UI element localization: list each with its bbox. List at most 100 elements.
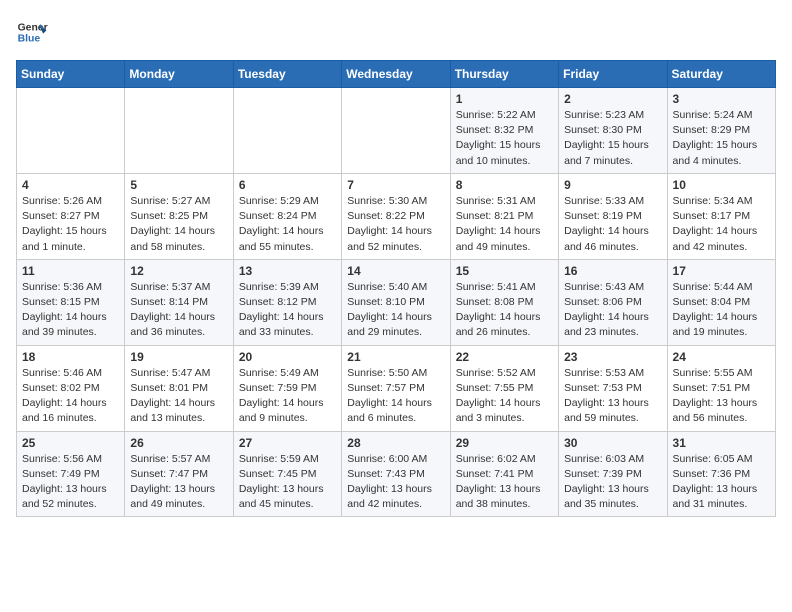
day-number: 2 (564, 92, 661, 106)
weekday-header-tuesday: Tuesday (233, 61, 341, 88)
day-info: Sunrise: 5:26 AM Sunset: 8:27 PM Dayligh… (22, 194, 119, 255)
calendar-cell: 22 Sunrise: 5:52 AM Sunset: 7:55 PM Dayli… (450, 345, 558, 431)
day-number: 12 (130, 264, 227, 278)
calendar-cell: 1Sunrise: 5:22 AM Sunset: 8:32 PM Daylig… (450, 88, 558, 174)
calendar-week-2: 4 Sunrise: 5:26 AM Sunset: 8:27 PM Daylig… (17, 173, 776, 259)
calendar-cell: 31Sunrise: 6:05 AM Sunset: 7:36 PM Dayli… (667, 431, 775, 517)
day-info: Sunrise: 5:52 AM Sunset: 7:55 PM Dayligh… (456, 366, 553, 427)
day-number: 24 (673, 350, 770, 364)
day-number: 1 (456, 92, 553, 106)
day-number: 14 (347, 264, 444, 278)
day-number: 21 (347, 350, 444, 364)
day-number: 4 (22, 178, 119, 192)
day-number: 27 (239, 436, 336, 450)
weekday-header-row: SundayMondayTuesdayWednesdayThursdayFrid… (17, 61, 776, 88)
page-header: General Blue (16, 16, 776, 48)
day-number: 11 (22, 264, 119, 278)
calendar-cell: 23 Sunrise: 5:53 AM Sunset: 7:53 PM Dayli… (559, 345, 667, 431)
day-number: 5 (130, 178, 227, 192)
day-info: Sunrise: 5:49 AM Sunset: 7:59 PM Dayligh… (239, 366, 336, 427)
calendar-cell: 8 Sunrise: 5:31 AM Sunset: 8:21 PM Daylig… (450, 173, 558, 259)
day-info: Sunrise: 6:00 AM Sunset: 7:43 PM Dayligh… (347, 452, 444, 513)
calendar-week-5: 25Sunrise: 5:56 AM Sunset: 7:49 PM Dayli… (17, 431, 776, 517)
day-number: 30 (564, 436, 661, 450)
calendar-cell (233, 88, 341, 174)
day-number: 3 (673, 92, 770, 106)
day-number: 19 (130, 350, 227, 364)
day-info: Sunrise: 5:23 AM Sunset: 8:30 PM Dayligh… (564, 108, 661, 169)
day-number: 6 (239, 178, 336, 192)
calendar-cell (17, 88, 125, 174)
logo-icon: General Blue (16, 16, 48, 48)
calendar-cell: 9 Sunrise: 5:33 AM Sunset: 8:19 PM Daylig… (559, 173, 667, 259)
day-number: 28 (347, 436, 444, 450)
calendar-week-4: 18Sunrise: 5:46 AM Sunset: 8:02 PM Dayli… (17, 345, 776, 431)
day-info: Sunrise: 5:27 AM Sunset: 8:25 PM Dayligh… (130, 194, 227, 255)
calendar-cell: 2 Sunrise: 5:23 AM Sunset: 8:30 PM Daylig… (559, 88, 667, 174)
calendar-cell: 12 Sunrise: 5:37 AM Sunset: 8:14 PM Dayli… (125, 259, 233, 345)
weekday-header-monday: Monday (125, 61, 233, 88)
calendar-cell: 19 Sunrise: 5:47 AM Sunset: 8:01 PM Dayli… (125, 345, 233, 431)
calendar-cell: 6 Sunrise: 5:29 AM Sunset: 8:24 PM Daylig… (233, 173, 341, 259)
day-info: Sunrise: 5:33 AM Sunset: 8:19 PM Dayligh… (564, 194, 661, 255)
day-info: Sunrise: 5:30 AM Sunset: 8:22 PM Dayligh… (347, 194, 444, 255)
calendar-cell: 7Sunrise: 5:30 AM Sunset: 8:22 PM Daylig… (342, 173, 450, 259)
calendar-cell: 20 Sunrise: 5:49 AM Sunset: 7:59 PM Dayli… (233, 345, 341, 431)
day-info: Sunrise: 5:55 AM Sunset: 7:51 PM Dayligh… (673, 366, 770, 427)
calendar-cell: 17Sunrise: 5:44 AM Sunset: 8:04 PM Dayli… (667, 259, 775, 345)
calendar-cell (342, 88, 450, 174)
calendar-cell: 24 Sunrise: 5:55 AM Sunset: 7:51 PM Dayli… (667, 345, 775, 431)
day-info: Sunrise: 5:37 AM Sunset: 8:14 PM Dayligh… (130, 280, 227, 341)
logo: General Blue (16, 16, 52, 48)
day-info: Sunrise: 5:59 AM Sunset: 7:45 PM Dayligh… (239, 452, 336, 513)
weekday-header-thursday: Thursday (450, 61, 558, 88)
calendar-cell: 14 Sunrise: 5:40 AM Sunset: 8:10 PM Dayli… (342, 259, 450, 345)
day-number: 10 (673, 178, 770, 192)
day-info: Sunrise: 5:34 AM Sunset: 8:17 PM Dayligh… (673, 194, 770, 255)
calendar-cell: 28 Sunrise: 6:00 AM Sunset: 7:43 PM Dayli… (342, 431, 450, 517)
calendar-cell: 16 Sunrise: 5:43 AM Sunset: 8:06 PM Dayli… (559, 259, 667, 345)
calendar-cell (125, 88, 233, 174)
day-info: Sunrise: 5:39 AM Sunset: 8:12 PM Dayligh… (239, 280, 336, 341)
calendar-cell: 5 Sunrise: 5:27 AM Sunset: 8:25 PM Daylig… (125, 173, 233, 259)
calendar-cell: 13Sunrise: 5:39 AM Sunset: 8:12 PM Dayli… (233, 259, 341, 345)
weekday-header-friday: Friday (559, 61, 667, 88)
day-info: Sunrise: 6:02 AM Sunset: 7:41 PM Dayligh… (456, 452, 553, 513)
day-number: 29 (456, 436, 553, 450)
day-number: 20 (239, 350, 336, 364)
day-number: 9 (564, 178, 661, 192)
day-number: 26 (130, 436, 227, 450)
day-number: 16 (564, 264, 661, 278)
calendar-cell: 30 Sunrise: 6:03 AM Sunset: 7:39 PM Dayli… (559, 431, 667, 517)
calendar-cell: 3Sunrise: 5:24 AM Sunset: 8:29 PM Daylig… (667, 88, 775, 174)
weekday-header-saturday: Saturday (667, 61, 775, 88)
day-info: Sunrise: 6:03 AM Sunset: 7:39 PM Dayligh… (564, 452, 661, 513)
calendar-week-3: 11 Sunrise: 5:36 AM Sunset: 8:15 PM Dayli… (17, 259, 776, 345)
day-number: 8 (456, 178, 553, 192)
calendar-cell: 29 Sunrise: 6:02 AM Sunset: 7:41 PM Dayli… (450, 431, 558, 517)
weekday-header-wednesday: Wednesday (342, 61, 450, 88)
day-info: Sunrise: 5:43 AM Sunset: 8:06 PM Dayligh… (564, 280, 661, 341)
svg-text:Blue: Blue (18, 34, 41, 45)
day-info: Sunrise: 5:41 AM Sunset: 8:08 PM Dayligh… (456, 280, 553, 341)
day-info: Sunrise: 6:05 AM Sunset: 7:36 PM Dayligh… (673, 452, 770, 513)
weekday-header-sunday: Sunday (17, 61, 125, 88)
day-info: Sunrise: 5:53 AM Sunset: 7:53 PM Dayligh… (564, 366, 661, 427)
day-info: Sunrise: 5:36 AM Sunset: 8:15 PM Dayligh… (22, 280, 119, 341)
calendar-cell: 25Sunrise: 5:56 AM Sunset: 7:49 PM Dayli… (17, 431, 125, 517)
day-info: Sunrise: 5:47 AM Sunset: 8:01 PM Dayligh… (130, 366, 227, 427)
calendar-cell: 27 Sunrise: 5:59 AM Sunset: 7:45 PM Dayli… (233, 431, 341, 517)
day-info: Sunrise: 5:57 AM Sunset: 7:47 PM Dayligh… (130, 452, 227, 513)
day-info: Sunrise: 5:40 AM Sunset: 8:10 PM Dayligh… (347, 280, 444, 341)
calendar-cell: 21Sunrise: 5:50 AM Sunset: 7:57 PM Dayli… (342, 345, 450, 431)
day-number: 23 (564, 350, 661, 364)
day-info: Sunrise: 5:44 AM Sunset: 8:04 PM Dayligh… (673, 280, 770, 341)
calendar-cell: 4 Sunrise: 5:26 AM Sunset: 8:27 PM Daylig… (17, 173, 125, 259)
calendar-cell: 11 Sunrise: 5:36 AM Sunset: 8:15 PM Dayli… (17, 259, 125, 345)
day-info: Sunrise: 5:31 AM Sunset: 8:21 PM Dayligh… (456, 194, 553, 255)
day-number: 22 (456, 350, 553, 364)
day-info: Sunrise: 5:56 AM Sunset: 7:49 PM Dayligh… (22, 452, 119, 513)
day-info: Sunrise: 5:29 AM Sunset: 8:24 PM Dayligh… (239, 194, 336, 255)
calendar-week-1: 1Sunrise: 5:22 AM Sunset: 8:32 PM Daylig… (17, 88, 776, 174)
calendar-cell: 10 Sunrise: 5:34 AM Sunset: 8:17 PM Dayli… (667, 173, 775, 259)
